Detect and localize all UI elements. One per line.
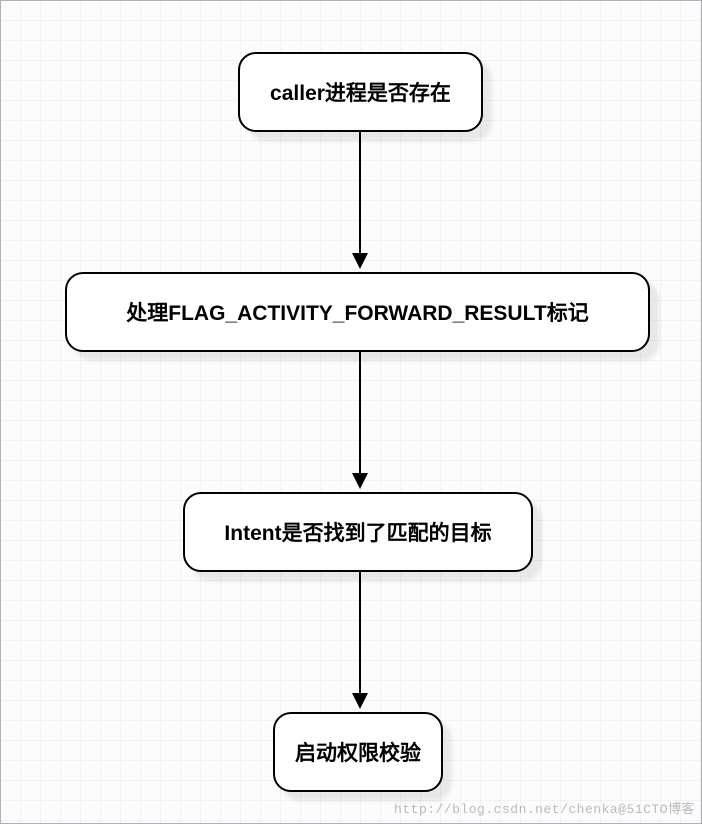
watermark-text: http://blog.csdn.net/chenka@51CTO博客 <box>394 798 695 817</box>
node-label: 处理FLAG_ACTIVITY_FORWARD_RESULT标记 <box>126 297 588 327</box>
flow-node-forward-result-flag: 处理FLAG_ACTIVITY_FORWARD_RESULT标记 <box>65 272 650 352</box>
node-label: caller进程是否存在 <box>270 77 451 107</box>
flow-node-caller-exists: caller进程是否存在 <box>238 52 483 132</box>
flow-node-intent-match: Intent是否找到了匹配的目标 <box>183 492 533 572</box>
flowchart-canvas: caller进程是否存在 处理FLAG_ACTIVITY_FORWARD_RES… <box>1 1 701 823</box>
arrow-head-icon <box>352 253 368 269</box>
flow-node-permission-check: 启动权限校验 <box>273 712 443 792</box>
arrow-head-icon <box>352 693 368 709</box>
arrow-head-icon <box>352 473 368 489</box>
node-label: 启动权限校验 <box>295 737 421 767</box>
flow-arrow <box>359 572 361 695</box>
node-label: Intent是否找到了匹配的目标 <box>224 517 491 547</box>
flow-arrow <box>359 132 361 255</box>
flow-arrow <box>359 352 361 475</box>
